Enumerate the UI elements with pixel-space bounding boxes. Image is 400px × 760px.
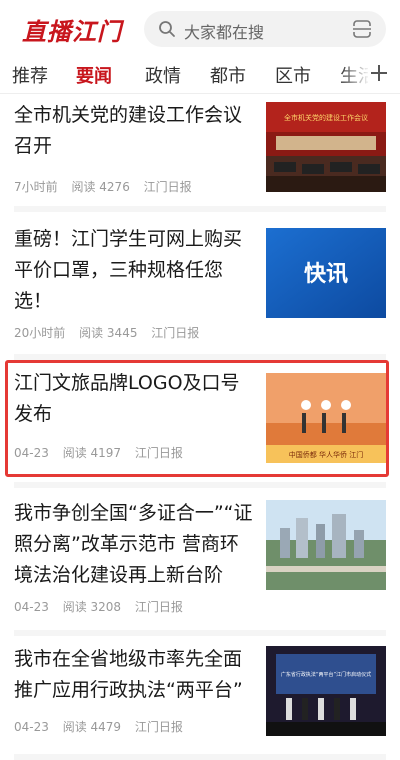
article-meta: 04-23 阅读 3208 江门日报	[14, 598, 193, 615]
thumb-caption: 全市机关党的建设工作会议	[284, 113, 368, 122]
article-meta: 20小时前 阅读 3445 江门日报	[14, 324, 209, 341]
tabs-fade	[340, 58, 370, 93]
article-source: 江门日报	[134, 720, 183, 734]
app-header: 直播江门 大家都在搜	[0, 0, 400, 58]
channel-tabs: 推荐 要闻 政情 都市 区市 生活	[0, 58, 400, 94]
plus-icon[interactable]	[368, 62, 390, 84]
article-reads: 阅读 4276	[71, 180, 130, 194]
city-skyline-photo	[266, 500, 386, 590]
thumb-caption: 广东省行政执法“两平台”江门市启动仪式	[281, 671, 371, 678]
search-icon	[159, 21, 175, 37]
list-item[interactable]: 全市机关党的建设工作会议召开 7小时前 阅读 4276 江门日报 全市机关党的建…	[0, 94, 400, 216]
article-meta: 7小时前 阅读 4276 江门日报	[14, 178, 202, 195]
news-feed: 全市机关党的建设工作会议召开 7小时前 阅读 4276 江门日报 全市机关党的建…	[0, 94, 400, 760]
meeting-photo: 全市机关党的建设工作会议	[266, 102, 386, 192]
tab-headlines[interactable]: 要闻	[76, 62, 112, 88]
article-thumbnail[interactable]: 全市机关党的建设工作会议	[266, 102, 386, 192]
article-source: 江门日报	[134, 600, 183, 614]
article-reads: 阅读 3445	[79, 326, 138, 340]
scan-icon[interactable]	[352, 19, 372, 39]
article-source: 江门日报	[151, 326, 200, 340]
article-title[interactable]: 我市争创全国“多证合一”“证照分离”改革示范市 营商环境法治化建设再上新台阶	[14, 498, 254, 591]
article-source: 江门日报	[143, 180, 192, 194]
article-thumbnail[interactable]	[266, 500, 386, 590]
article-time: 20小时前	[14, 326, 66, 340]
tab-recommend[interactable]: 推荐	[12, 62, 48, 88]
flash-news-image: 快讯	[266, 228, 386, 318]
article-meta: 04-23 阅读 4479 江门日报	[14, 718, 193, 735]
article-thumbnail[interactable]: 快讯	[266, 228, 386, 318]
selection-highlight	[5, 360, 389, 477]
article-reads: 阅读 3208	[62, 600, 122, 614]
list-item[interactable]: 我市争创全国“多证合一”“证照分离”改革示范市 营商环境法治化建设再上新台阶 0…	[0, 490, 400, 630]
article-thumbnail[interactable]: 广东省行政执法“两平台”江门市启动仪式	[266, 646, 386, 736]
search-bar[interactable]: 大家都在搜	[144, 11, 386, 47]
search-placeholder: 大家都在搜	[184, 23, 265, 42]
ceremony-photo: 广东省行政执法“两平台”江门市启动仪式	[266, 646, 386, 736]
divider	[14, 754, 386, 760]
tab-districts[interactable]: 区市	[275, 62, 311, 88]
article-title[interactable]: 全市机关党的建设工作会议召开	[14, 100, 254, 162]
list-item[interactable]: 重磅！江门学生可网上购买平价口罩，三种规格任您选！ 20小时前 阅读 3445 …	[0, 216, 400, 354]
article-title[interactable]: 重磅！江门学生可网上购买平价口罩，三种规格任您选！	[14, 224, 254, 317]
tab-politics[interactable]: 政情	[145, 62, 181, 88]
thumb-caption: 快讯	[304, 262, 348, 287]
article-reads: 阅读 4479	[62, 720, 122, 734]
article-title[interactable]: 我市在全省地级市率先全面推广应用行政执法“两平台”	[14, 644, 254, 706]
article-time: 7小时前	[14, 180, 58, 194]
tab-city[interactable]: 都市	[210, 62, 246, 88]
article-time: 04-23	[14, 600, 49, 614]
app-logo[interactable]: 直播江门	[22, 12, 122, 47]
divider	[14, 482, 386, 488]
divider	[14, 206, 386, 212]
article-time: 04-23	[14, 720, 49, 734]
list-item[interactable]: 我市在全省地级市率先全面推广应用行政执法“两平台” 04-23 阅读 4479 …	[0, 636, 400, 760]
